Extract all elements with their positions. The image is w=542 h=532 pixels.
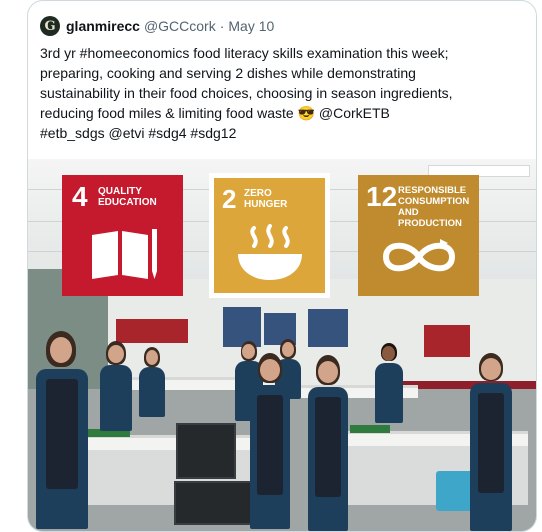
student (98, 341, 134, 431)
book-pencil-icon (92, 229, 157, 279)
avatar-letter: G (44, 18, 56, 34)
tweet-card[interactable]: G glanmirecc @GCCcork · May 10 3rd yr #h… (27, 0, 537, 532)
infinity-loop-icon (382, 239, 456, 272)
student (32, 329, 92, 529)
sdg-number: 12 (366, 181, 398, 212)
sdg-title-line: QUALITY (98, 186, 142, 197)
chopping-board (350, 425, 390, 433)
sdg-tile-responsible-consumption: 12 RESPONSIBLE CONSUMPTION AND PRODUCTIO… (358, 175, 479, 296)
student (306, 355, 350, 531)
computer-monitor (174, 481, 252, 525)
author-handle[interactable]: @GCCcork (144, 18, 216, 34)
noticeboard (424, 325, 470, 357)
tweet-date[interactable]: May 10 (228, 18, 274, 34)
sdg-title: RESPONSIBLE CONSUMPTION AND PRODUCTION (398, 185, 479, 229)
avatar[interactable]: G (40, 16, 60, 36)
sdg-title-line: ZERO (244, 188, 272, 199)
sdg-title: ZERO HUNGER (244, 188, 287, 210)
noticeboard (308, 309, 348, 347)
sdg-tile-zero-hunger: 2 ZERO HUNGER (214, 178, 325, 293)
student (468, 353, 514, 531)
tweet-text: 3rd yr #homeeconomics food literacy skil… (40, 45, 453, 141)
tweet-photo[interactable]: 4 QUALITY EDUCATION 2 ZERO HUNGER 12 RES… (28, 159, 536, 531)
sdg-title-line: CONSUMPTION (398, 196, 470, 207)
header-separator: · (219, 18, 225, 34)
sdg-tile-quality-education: 4 QUALITY EDUCATION (62, 175, 183, 296)
student (248, 353, 292, 529)
author-name[interactable]: glanmirecc (66, 18, 140, 34)
student (138, 347, 166, 417)
sdg-number: 2 (222, 184, 237, 214)
sdg-number: 4 (72, 181, 88, 212)
sdg-title-line: AND PRODUCTION (398, 207, 462, 229)
sdg-title: QUALITY EDUCATION (98, 186, 157, 208)
steaming-bowl-icon (238, 224, 302, 280)
computer-monitor (176, 423, 236, 479)
sdg-title-line: HUNGER (244, 199, 288, 210)
sdg-title-line: EDUCATION (98, 197, 157, 208)
tweet-header: G glanmirecc @GCCcork · May 10 (40, 15, 274, 37)
noticeboard (116, 319, 188, 343)
sdg-title-line: RESPONSIBLE (398, 185, 467, 196)
student (374, 343, 404, 423)
